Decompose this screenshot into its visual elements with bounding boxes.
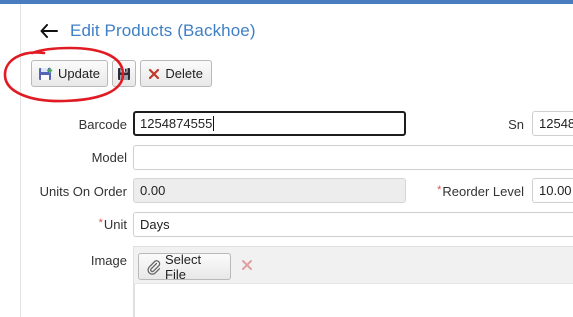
- delete-button-label: Delete: [165, 66, 203, 81]
- image-preview-area: [134, 283, 573, 317]
- sn-input[interactable]: 12548: [532, 111, 573, 136]
- required-mark: *: [437, 184, 442, 196]
- arrow-left-icon[interactable]: [38, 20, 60, 42]
- x-icon: [241, 259, 253, 274]
- image-label: Image: [90, 253, 127, 268]
- select-file-label: Select File: [165, 251, 202, 282]
- reorder-level-value: 10.00: [539, 183, 572, 198]
- model-input[interactable]: [133, 145, 573, 170]
- x-icon: [147, 66, 161, 82]
- floppy-disk-icon: [116, 66, 132, 82]
- disk-upload-icon: [38, 66, 54, 82]
- units-on-order-label: Units On Order: [39, 184, 127, 199]
- toolbar: Update Delete: [31, 60, 212, 88]
- page-title: Edit Products (Backhoe): [70, 21, 256, 40]
- page-header: Edit Products (Backhoe): [38, 18, 256, 44]
- unit-label-text: Unit: [103, 217, 127, 232]
- reorder-level-label-text: Reorder Level: [442, 184, 524, 199]
- model-label: Model: [91, 150, 127, 165]
- update-button[interactable]: Update: [31, 60, 108, 87]
- units-on-order-value: 0.00: [140, 183, 166, 198]
- units-on-order-input: 0.00: [133, 178, 406, 203]
- text-caret: [213, 116, 215, 131]
- sn-value: 12548: [539, 116, 573, 131]
- unit-value: Days: [140, 217, 170, 232]
- delete-button[interactable]: Delete: [140, 60, 212, 87]
- save-button[interactable]: [112, 60, 136, 87]
- sidebar-edge: [20, 4, 21, 317]
- required-mark: *: [98, 217, 103, 229]
- barcode-value: 1254874555: [140, 116, 213, 131]
- unit-label: *Unit: [60, 217, 127, 232]
- update-button-label: Update: [58, 66, 100, 81]
- unit-input[interactable]: Days: [133, 212, 573, 237]
- sn-label: Sn: [508, 117, 524, 132]
- barcode-label: Barcode: [78, 117, 127, 132]
- reorder-level-label: *Reorder Level: [410, 184, 524, 199]
- barcode-input[interactable]: 1254874555: [133, 111, 406, 136]
- app-top-bar: [0, 0, 573, 4]
- select-file-button[interactable]: Select File: [138, 251, 231, 282]
- reorder-level-input[interactable]: 10.00: [532, 178, 573, 203]
- paperclip-icon: [146, 259, 161, 275]
- clear-image-button[interactable]: [235, 254, 259, 279]
